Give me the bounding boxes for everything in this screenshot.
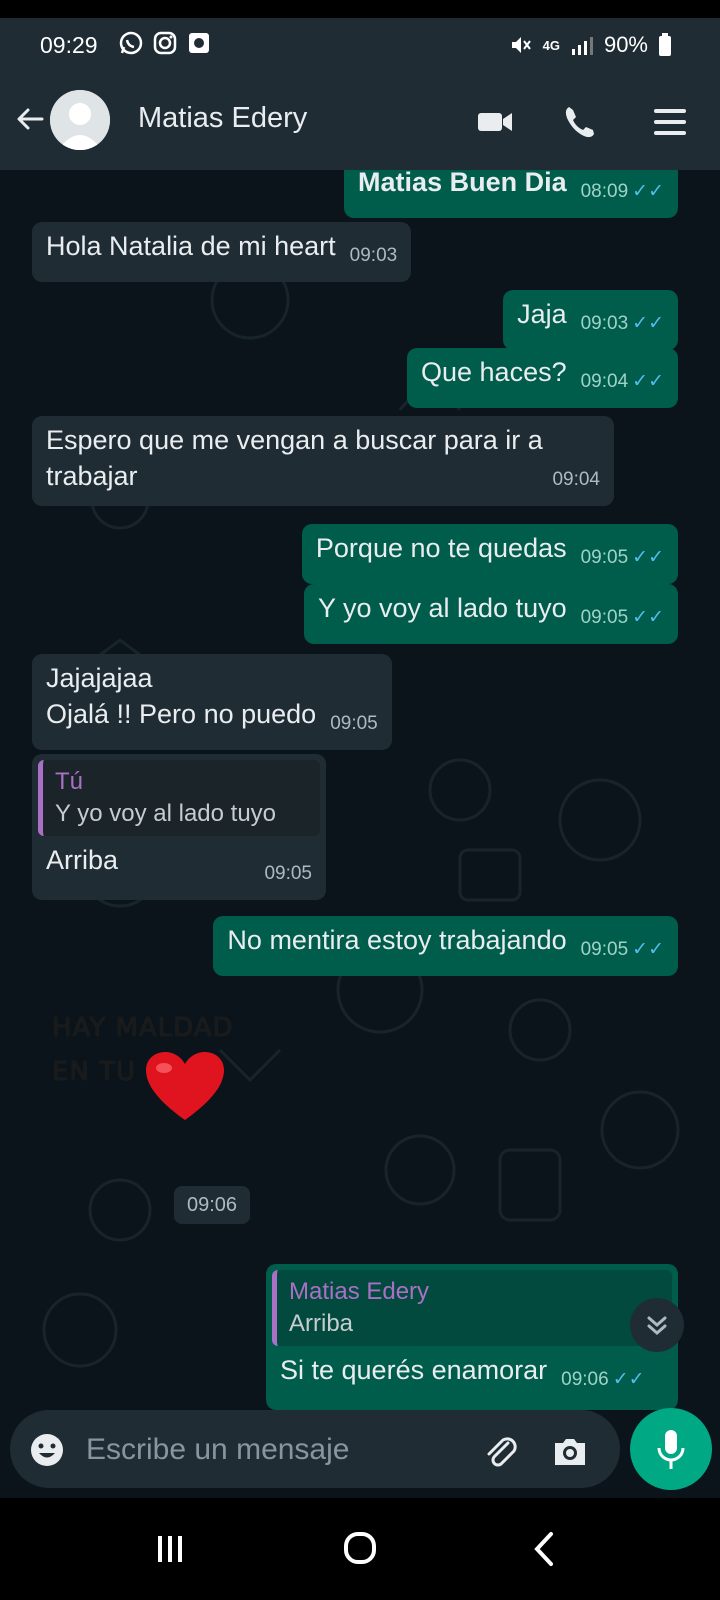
quote-text: Arriba [289, 1310, 354, 1337]
message-text: Espero que me vengan a buscar para ir a … [46, 425, 543, 491]
outgoing-message[interactable]: No mentira estoy trabajando 09:05 ✓✓ [213, 916, 678, 976]
outgoing-message[interactable]: Y yo voy al lado tuyo 09:05 ✓✓ [303, 584, 678, 644]
read-ticks-icon: ✓✓ [632, 607, 664, 628]
message-text: Matias Buen Dia [358, 170, 567, 197]
battery-icon [659, 33, 671, 56]
sticker-text-line-1: HAY MALDAD [52, 1013, 234, 1043]
outgoing-message[interactable]: Que haces? 09:04 ✓✓ [407, 348, 678, 408]
menu-icon[interactable] [650, 102, 690, 142]
message-composer [10, 1410, 620, 1488]
phone-call-icon[interactable] [560, 102, 600, 142]
signal-icon [571, 37, 593, 55]
message-text: Y yo voy al lado tuyo [317, 593, 567, 623]
quote-author: Matias Edery [289, 1278, 430, 1305]
incoming-message[interactable]: Jajajajaa Ojalá !! Pero no puedo 09:05 [32, 654, 392, 750]
battery-percent: 90% [603, 32, 648, 57]
outgoing-message[interactable]: Matias Buen Dia 08:09 ✓✓ [344, 170, 678, 218]
message-text: No mentira estoy trabajando [227, 925, 567, 955]
status-bar-top [0, 0, 720, 18]
sticker-message[interactable]: HAY MALDAD EN TU [52, 1006, 252, 1126]
outgoing-message[interactable]: Jaja 09:03 ✓✓ [503, 290, 678, 350]
chat-area[interactable]: Matias Buen Dia 08:09 ✓✓ Hola Natalia de m… [0, 170, 720, 1410]
quoted-message[interactable]: Tú Y yo voy al lado tuyo [38, 760, 320, 836]
incoming-message[interactable]: Espero que me vengan a buscar para ir a … [32, 416, 614, 506]
message-text: Si te querés enamorar [280, 1355, 548, 1385]
photo-icon [189, 33, 209, 53]
message-text: Hola Natalia de mi heart [46, 231, 336, 261]
message-time: 09:05 [580, 547, 629, 568]
message-time: 09:05 [580, 607, 629, 628]
message-text: Porque no te quedas [315, 533, 567, 563]
read-ticks-icon: ✓✓ [632, 939, 664, 960]
read-ticks-icon: ✓✓ [632, 547, 664, 568]
back-icon[interactable] [515, 1524, 575, 1574]
chat-header: Matias Edery [0, 72, 720, 170]
quote-author: Tú [55, 768, 84, 795]
message-text-line-1: Jajajajaa [46, 663, 153, 693]
microphone-button[interactable] [630, 1408, 712, 1490]
instagram-icon [153, 31, 177, 55]
message-text-line-2: Ojalá !! Pero no puedo [46, 699, 317, 729]
video-call-icon[interactable] [476, 102, 516, 142]
quoted-message[interactable]: Matias Edery Arriba [272, 1270, 672, 1346]
back-arrow-icon[interactable] [12, 101, 48, 137]
message-time: 09:05 [580, 939, 629, 960]
read-ticks-icon: ✓✓ [632, 181, 664, 202]
double-chevron-down-icon [647, 1316, 667, 1335]
paperclip-icon[interactable] [480, 1431, 520, 1471]
outgoing-message[interactable]: Porque no te quedas 09:05 ✓✓ [301, 524, 678, 584]
message-time: 09:04 [580, 371, 629, 392]
home-icon[interactable] [330, 1524, 390, 1574]
scroll-to-bottom-button[interactable] [630, 1298, 684, 1352]
mute-icon [511, 37, 531, 53]
message-time: 09:03 [580, 313, 629, 334]
incoming-reply-message[interactable]: Tú Y yo voy al lado tuyo Arriba 09:05 [32, 754, 326, 900]
message-time: 08:09 [580, 181, 629, 202]
avatar[interactable] [50, 90, 110, 150]
read-ticks-icon: ✓✓ [612, 1369, 645, 1390]
emoji-icon[interactable] [28, 1431, 66, 1469]
read-ticks-icon: ✓✓ [632, 371, 664, 392]
message-time: 09:05 [330, 713, 378, 734]
message-time: 09:03 [349, 245, 398, 266]
message-time: 09:04 [552, 469, 600, 490]
sticker-time: 09:06 [174, 1186, 250, 1224]
message-text: Jaja [517, 299, 567, 329]
incoming-message[interactable]: Hola Natalia de mi heart 09:03 [32, 222, 412, 282]
camera-icon[interactable] [550, 1431, 590, 1471]
android-navigation-bar [0, 1498, 720, 1600]
quote-text: Y yo voy al lado tuyo [55, 800, 277, 827]
message-time: 09:06 [561, 1369, 609, 1390]
recent-apps-icon[interactable] [140, 1524, 200, 1574]
status-time: 09:29 [40, 32, 98, 58]
heart-icon [146, 1052, 224, 1120]
message-time: 09:05 [264, 863, 312, 884]
outgoing-reply-message[interactable]: Matias Edery Arriba Si te querés enamora… [266, 1264, 678, 1410]
network-type: 4G [542, 37, 560, 53]
microphone-icon [657, 1430, 685, 1469]
message-text: Que haces? [421, 357, 567, 387]
status-bar: 09:29 4G 90% [0, 18, 720, 72]
whatsapp-icon [119, 31, 143, 55]
default-avatar-icon [50, 90, 110, 150]
message-input[interactable] [84, 1430, 468, 1470]
contact-name[interactable]: Matias Edery [138, 102, 307, 135]
read-ticks-icon: ✓✓ [632, 313, 664, 334]
